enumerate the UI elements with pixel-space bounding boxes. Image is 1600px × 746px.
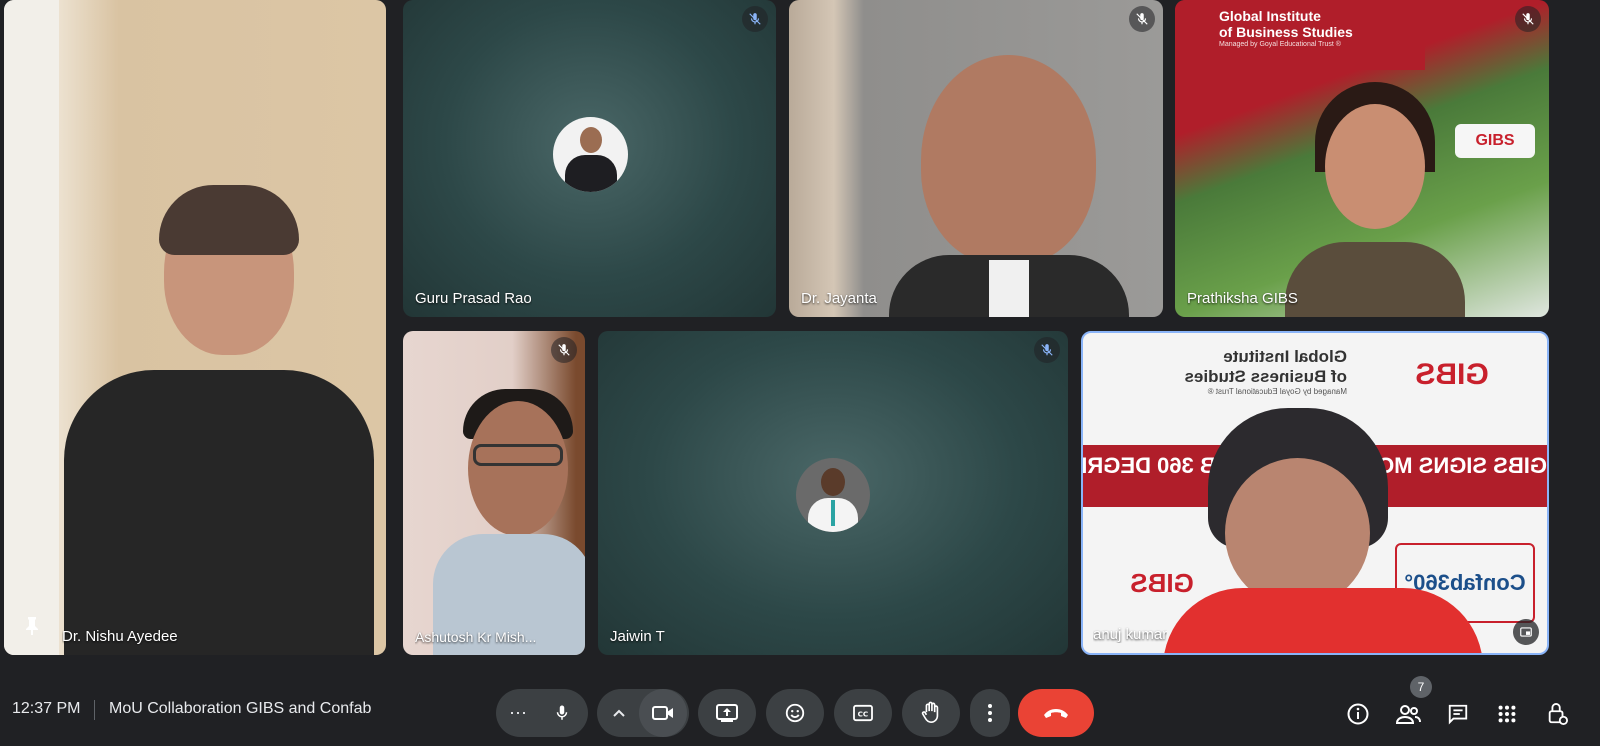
present-icon bbox=[716, 704, 738, 722]
control-bar: 12:37 PM MoU Collaboration GIBS and Conf… bbox=[0, 676, 1600, 746]
participant-name: Guru Prasad Rao bbox=[415, 290, 532, 307]
mic-group: ⋯ bbox=[496, 689, 588, 737]
end-call-button[interactable] bbox=[1018, 689, 1094, 737]
background-text: Managed by Goyal Educational Trust ® bbox=[1207, 387, 1347, 396]
participant-tile-prathiksha[interactable]: Global Institute of Business Studies Man… bbox=[1175, 0, 1549, 317]
pin-icon[interactable] bbox=[24, 616, 40, 641]
mic-button[interactable] bbox=[538, 689, 586, 737]
host-controls-icon bbox=[1548, 703, 1568, 726]
captions-button[interactable]: CC bbox=[834, 689, 892, 737]
participant-video bbox=[889, 55, 1129, 317]
host-controls-button[interactable] bbox=[1537, 694, 1577, 734]
raise-hand-button[interactable] bbox=[902, 689, 960, 737]
participant-tile-ashutosh[interactable]: Ashutosh Kr Mish... bbox=[403, 331, 585, 655]
more-options-button[interactable] bbox=[970, 689, 1010, 737]
participant-avatar bbox=[796, 458, 870, 532]
gibs-background-banner: Global Institute of Business Studies Man… bbox=[1175, 0, 1425, 70]
people-button[interactable] bbox=[1388, 694, 1428, 734]
meeting-title: MoU Collaboration GIBS and Confab bbox=[109, 700, 372, 717]
mic-off-icon bbox=[1034, 337, 1060, 363]
camera-icon bbox=[652, 706, 673, 720]
activities-icon bbox=[1498, 705, 1516, 723]
background-text: Global Institute bbox=[1223, 347, 1347, 366]
end-call-icon bbox=[1044, 709, 1068, 718]
participant-tile-anuj[interactable]: GIBS Global Institute of Business Studie… bbox=[1081, 331, 1549, 655]
activities-button[interactable] bbox=[1487, 694, 1527, 734]
divider bbox=[94, 700, 95, 720]
chat-button[interactable] bbox=[1438, 694, 1478, 734]
participant-name: anuj kumar bbox=[1093, 626, 1168, 643]
participant-tile-jayanta[interactable]: Dr. Jayanta bbox=[789, 0, 1163, 317]
participant-video bbox=[1163, 408, 1483, 653]
background-text: Global Institute bbox=[1219, 8, 1321, 24]
gibs-logo-text: GIBS bbox=[1475, 132, 1515, 149]
meeting-info-button[interactable] bbox=[1338, 694, 1378, 734]
video-grid: Dr. Nishu Ayedee Guru Prasad Rao Dr. Jay… bbox=[0, 0, 1600, 672]
mic-off-icon bbox=[551, 337, 577, 363]
present-button[interactable] bbox=[698, 689, 756, 737]
camera-group bbox=[597, 689, 689, 737]
mic-off-icon bbox=[1129, 6, 1155, 32]
participant-name: Dr. Nishu Ayedee bbox=[62, 628, 178, 645]
participant-name: Ashutosh Kr Mish... bbox=[415, 629, 537, 645]
participant-tile-nishu[interactable]: Dr. Nishu Ayedee bbox=[4, 0, 386, 655]
participant-name: Jaiwin T bbox=[610, 628, 665, 645]
participant-name: Dr. Jayanta bbox=[801, 290, 877, 307]
chat-icon bbox=[1448, 704, 1468, 725]
captions-icon: CC bbox=[853, 704, 873, 722]
background-text: Managed by Goyal Educational Trust ® bbox=[1219, 41, 1341, 48]
clock: 12:37 PM bbox=[12, 700, 81, 717]
mic-icon bbox=[556, 705, 568, 720]
unpin-icon[interactable] bbox=[1513, 619, 1539, 645]
more-horiz-icon[interactable]: ⋯ bbox=[498, 703, 538, 724]
participant-video bbox=[64, 185, 374, 655]
svg-text:CC: CC bbox=[858, 710, 869, 719]
info-icon bbox=[1347, 703, 1369, 725]
background-text: of Business Studies bbox=[1219, 24, 1353, 40]
participant-video bbox=[433, 389, 585, 655]
mic-off-icon bbox=[1515, 6, 1541, 32]
gibs-logo-text: GIBS bbox=[1415, 358, 1489, 391]
window-frame bbox=[4, 0, 59, 655]
raise-hand-icon bbox=[921, 701, 939, 723]
mic-off-icon bbox=[742, 6, 768, 32]
reactions-button[interactable] bbox=[766, 689, 824, 737]
background-text: of Business Studies bbox=[1184, 367, 1347, 386]
camera-button[interactable] bbox=[639, 689, 687, 737]
participant-video bbox=[1285, 82, 1465, 317]
people-icon bbox=[1395, 705, 1421, 724]
emoji-icon bbox=[785, 703, 805, 723]
participant-name: Prathiksha GIBS bbox=[1187, 290, 1298, 307]
chevron-up-icon[interactable] bbox=[599, 708, 639, 718]
participant-avatar bbox=[553, 117, 628, 192]
gibs-logo: GIBS bbox=[1455, 124, 1535, 158]
participant-tile-jaiwin[interactable]: Jaiwin T bbox=[598, 331, 1068, 655]
participant-tile-guru[interactable]: Guru Prasad Rao bbox=[403, 0, 776, 317]
more-vert-icon bbox=[988, 704, 992, 722]
